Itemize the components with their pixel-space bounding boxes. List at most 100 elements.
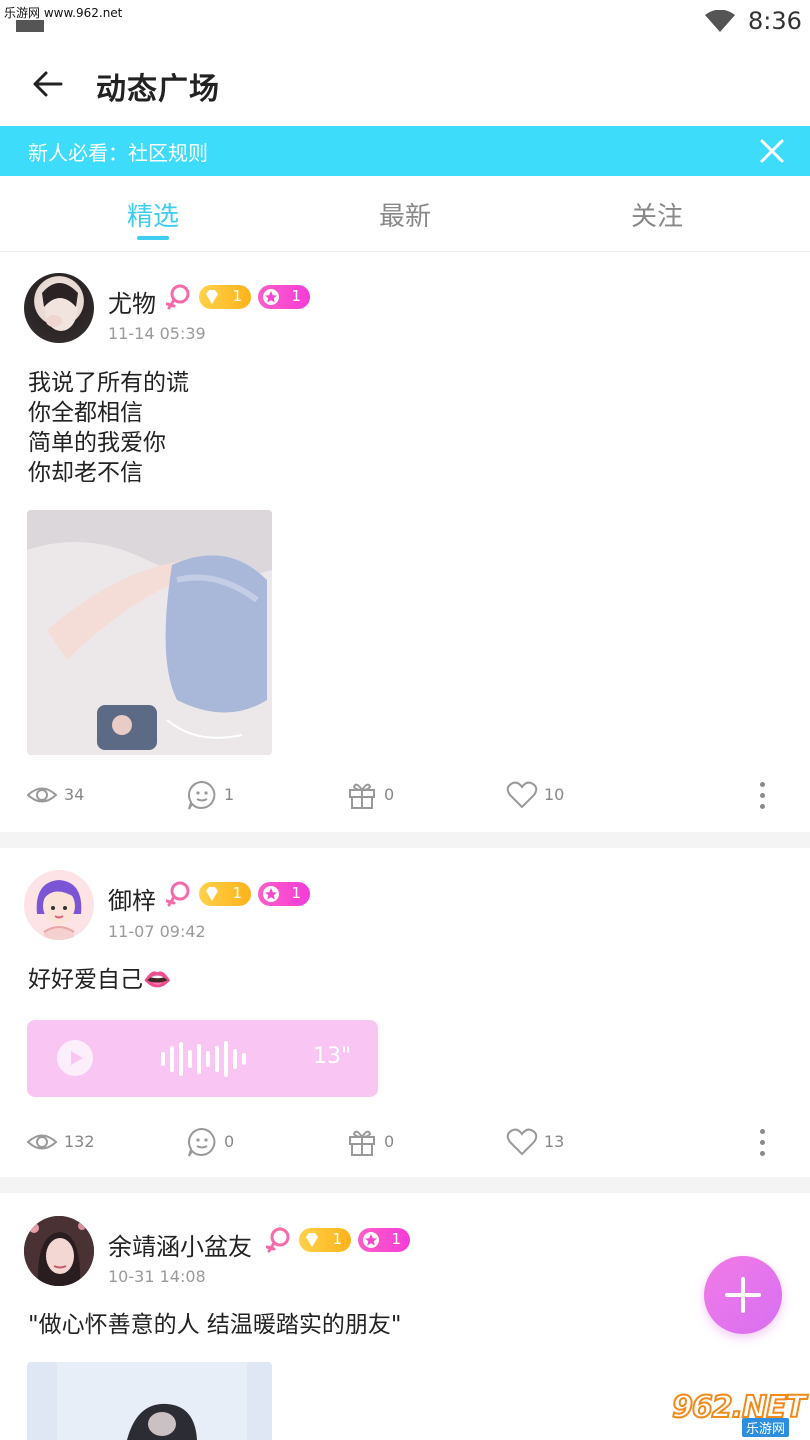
wifi-icon — [705, 10, 735, 32]
status-bar: 乐游网 www.962.net 8:36 — [0, 0, 810, 44]
username[interactable]: 御梓 — [108, 881, 156, 916]
diamond-icon — [206, 887, 218, 901]
back-arrow-icon[interactable] — [30, 66, 66, 102]
avatar-photo — [42, 283, 78, 331]
more-options-icon[interactable] — [752, 1124, 774, 1160]
post-actions: 132 0 0 13 — [0, 1124, 810, 1160]
view-count: 132 — [64, 1132, 95, 1151]
comment-count: 1 — [224, 785, 235, 804]
gift-count: 0 — [384, 785, 395, 804]
username[interactable]: 尤物 — [108, 284, 156, 319]
view-count: 34 — [64, 785, 85, 804]
post-text-line: "做心怀善意的人 结温暖踏实的朋友" — [28, 1312, 402, 1338]
gift-count: 0 — [384, 1132, 395, 1151]
rules-banner[interactable]: 新人必看：社区规则 — [0, 126, 810, 176]
post-photo[interactable] — [27, 510, 272, 755]
badge-value: 1 — [332, 1230, 342, 1248]
post-photo[interactable] — [27, 1362, 272, 1440]
like-button[interactable]: 13 — [506, 1124, 576, 1160]
star-icon — [263, 289, 279, 305]
female-icon — [266, 1227, 290, 1253]
avatar[interactable] — [24, 273, 94, 343]
tab-latest[interactable]: 最新 — [345, 196, 465, 233]
post-divider — [0, 1177, 810, 1193]
post-text-line: 你全都相信 — [28, 400, 143, 426]
like-button[interactable]: 10 — [506, 777, 576, 813]
post-actions: 34 1 0 10 — [0, 777, 810, 813]
photo-content — [27, 1362, 272, 1440]
notification-icon — [16, 20, 44, 32]
gold-level-badge: 1 — [299, 1228, 351, 1252]
female-icon — [166, 284, 190, 310]
like-count: 10 — [544, 785, 565, 804]
heart-icon — [506, 1128, 538, 1156]
tab-featured[interactable]: 精选 — [93, 196, 213, 233]
avatar-photo — [24, 1216, 94, 1286]
views-button[interactable]: 34 — [26, 777, 96, 813]
app-header: 动态广场 — [0, 44, 810, 126]
post-divider — [0, 832, 810, 848]
like-count: 13 — [544, 1132, 565, 1151]
post-text-line: 简单的我爱你 — [28, 430, 166, 456]
watermark-site-name: 乐游网 — [742, 1418, 790, 1437]
badge-value: 1 — [232, 287, 242, 305]
diamond-icon — [306, 1233, 318, 1247]
gift-icon — [349, 1130, 375, 1156]
waveform-icon — [161, 1041, 246, 1077]
pink-level-badge: 1 — [358, 1228, 410, 1252]
post-time: 11-07 09:42 — [108, 922, 206, 941]
post-text: "做心怀善意的人 结温暖踏实的朋友" — [28, 1310, 401, 1340]
badge-value: 1 — [391, 1230, 401, 1248]
avatar-illustration — [36, 880, 82, 940]
avatar[interactable] — [24, 870, 94, 940]
comment-icon — [187, 1127, 216, 1157]
page-title: 动态广场 — [96, 72, 220, 107]
post-text-line: 好好爱自己👄 — [28, 967, 172, 993]
views-button[interactable]: 132 — [26, 1124, 106, 1160]
eye-icon — [26, 1134, 58, 1150]
star-icon — [263, 886, 279, 902]
username[interactable]: 余靖涵小盆友 — [108, 1227, 252, 1262]
badge-value: 1 — [232, 884, 242, 902]
clock: 8:36 — [748, 7, 802, 35]
comment-button[interactable]: 0 — [186, 1124, 246, 1160]
voice-duration: 13" — [313, 1044, 352, 1069]
avatar[interactable] — [24, 1216, 94, 1286]
gold-level-badge: 1 — [199, 882, 251, 906]
badge-value: 1 — [291, 884, 301, 902]
post-text-line: 我说了所有的谎 — [28, 370, 189, 396]
gift-button[interactable]: 0 — [346, 1124, 406, 1160]
comment-button[interactable]: 1 — [186, 777, 246, 813]
tab-following[interactable]: 关注 — [597, 196, 717, 233]
post-card: 尤物 1 1 11-14 05:39 我说了所有的谎 你全都相信 简单的我爱你 … — [0, 253, 810, 831]
gift-icon — [349, 783, 375, 809]
post-time: 11-14 05:39 — [108, 324, 206, 343]
pink-level-badge: 1 — [258, 285, 310, 309]
badge-value: 1 — [291, 287, 301, 305]
site-watermark: 962.NET 乐游网 — [668, 1389, 808, 1438]
close-icon[interactable] — [758, 137, 786, 165]
post-text-line: 你却老不信 — [28, 460, 143, 486]
play-icon — [71, 1051, 83, 1065]
comment-icon — [187, 780, 216, 810]
post-text: 我说了所有的谎 你全都相信 简单的我爱你 你却老不信 — [28, 368, 189, 488]
voice-message[interactable]: 13" — [27, 1020, 378, 1097]
pink-level-badge: 1 — [258, 882, 310, 906]
plus-icon — [725, 1277, 761, 1313]
star-icon — [363, 1232, 379, 1248]
photo-content — [27, 510, 272, 755]
comment-count: 0 — [224, 1132, 235, 1151]
eye-icon — [26, 787, 58, 803]
gold-level-badge: 1 — [199, 285, 251, 309]
feed-tabs: 精选 最新 关注 — [0, 176, 810, 252]
diamond-icon — [206, 290, 218, 304]
more-options-icon[interactable] — [752, 777, 774, 813]
gift-button[interactable]: 0 — [346, 777, 406, 813]
female-icon — [166, 881, 190, 907]
banner-text[interactable]: 新人必看：社区规则 — [28, 137, 208, 166]
play-button[interactable] — [57, 1040, 93, 1076]
post-text: 好好爱自己👄 — [28, 965, 172, 995]
heart-icon — [506, 781, 538, 809]
active-tab-indicator — [137, 236, 169, 240]
new-post-button[interactable] — [704, 1256, 782, 1334]
